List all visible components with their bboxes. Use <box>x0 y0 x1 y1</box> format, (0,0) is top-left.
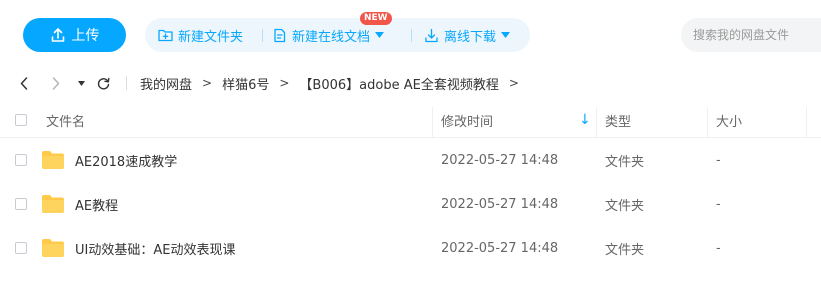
file-table: 文件名 修改时间 ↓ 类型 大小 AE2018速成教学 2022-05-27 1… <box>0 103 821 270</box>
new-folder-icon <box>158 29 173 42</box>
column-divider <box>596 107 597 137</box>
refresh-button[interactable] <box>97 70 110 96</box>
breadcrumb-item[interactable]: 我的网盘 <box>140 74 192 93</box>
breadcrumb-separator: > <box>279 76 290 90</box>
download-icon <box>425 28 438 42</box>
history-dropdown[interactable] <box>78 70 85 96</box>
nav-divider <box>126 76 127 90</box>
breadcrumb-separator: > <box>508 76 519 90</box>
table-header: 文件名 修改时间 ↓ 类型 大小 <box>0 103 821 138</box>
offline-download-button[interactable]: 离线下载 <box>424 18 511 52</box>
upload-button[interactable]: 上传 <box>23 18 126 52</box>
breadcrumb-separator: > <box>202 76 213 90</box>
breadcrumb-item[interactable]: 样猫6号 <box>222 74 269 93</box>
back-icon <box>20 76 28 90</box>
file-modified: 2022-05-27 14:48 <box>441 240 559 256</box>
new-folder-label: 新建文件夹 <box>178 29 244 45</box>
action-bar: 新建文件夹 新建在线文档 NEW 离线下载 <box>145 12 530 52</box>
caret-down-icon <box>501 32 511 38</box>
upload-icon <box>51 28 64 42</box>
file-name[interactable]: AE教程 <box>75 182 118 226</box>
column-header-modified[interactable]: 修改时间 <box>441 103 493 137</box>
toolbar: 上传 新建文件夹 新建在线文档 NEW 离线下载 <box>0 0 821 70</box>
offline-download-label: 离线下载 <box>444 29 497 45</box>
folder-icon <box>42 151 64 169</box>
sort-desc-icon[interactable]: ↓ <box>579 103 591 137</box>
divider <box>262 29 263 42</box>
upload-label: 上传 <box>71 28 100 44</box>
column-divider <box>806 107 807 137</box>
caret-down-icon <box>375 32 385 38</box>
new-folder-button[interactable]: 新建文件夹 <box>158 18 243 52</box>
breadcrumb: 我的网盘 > 样猫6号 > 【B006】adobe AE全套视频教程 > <box>140 70 529 96</box>
column-divider <box>707 107 708 137</box>
file-modified: 2022-05-27 14:48 <box>441 152 559 168</box>
forward-icon <box>52 76 60 90</box>
refresh-icon <box>97 77 110 89</box>
breadcrumb-item[interactable]: 【B006】adobe AE全套视频教程 <box>299 74 498 93</box>
column-header-name[interactable]: 文件名 <box>46 103 85 137</box>
table-row[interactable]: UI动效基础：AE动效表现课 2022-05-27 14:48 文件夹 - <box>0 226 821 270</box>
column-header-size[interactable]: 大小 <box>716 103 742 137</box>
forward-button[interactable] <box>52 70 60 96</box>
table-row[interactable]: AE教程 2022-05-27 14:48 文件夹 - <box>0 182 821 226</box>
folder-icon <box>42 239 64 257</box>
table-row[interactable]: AE2018速成教学 2022-05-27 14:48 文件夹 - <box>0 138 821 182</box>
file-modified: 2022-05-27 14:48 <box>441 196 559 212</box>
select-all-checkbox[interactable] <box>15 114 27 126</box>
file-type: 文件夹 <box>605 154 645 170</box>
file-size: - <box>716 196 721 212</box>
file-name[interactable]: AE2018速成教学 <box>75 138 177 182</box>
column-divider <box>432 107 433 137</box>
back-button[interactable] <box>20 70 28 96</box>
nav-bar: 我的网盘 > 样猫6号 > 【B006】adobe AE全套视频教程 > <box>0 70 821 96</box>
row-checkbox[interactable] <box>15 154 27 166</box>
file-size: - <box>716 240 721 256</box>
new-online-doc-label: 新建在线文档 <box>292 29 371 45</box>
divider <box>411 29 412 42</box>
new-doc-icon <box>274 28 286 42</box>
column-header-type[interactable]: 类型 <box>605 103 631 137</box>
file-type: 文件夹 <box>605 242 645 258</box>
file-name[interactable]: UI动效基础：AE动效表现课 <box>75 226 235 270</box>
row-checkbox[interactable] <box>15 242 27 254</box>
file-type: 文件夹 <box>605 198 645 214</box>
search-input[interactable] <box>681 18 821 52</box>
caret-down-icon <box>78 80 85 86</box>
new-badge: NEW <box>360 12 392 25</box>
folder-icon <box>42 195 64 213</box>
row-checkbox[interactable] <box>15 198 27 210</box>
file-size: - <box>716 152 721 168</box>
